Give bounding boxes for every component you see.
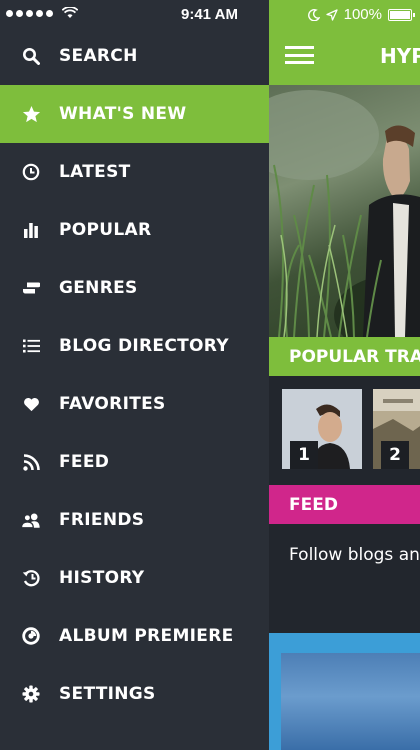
genres-icon bbox=[21, 278, 41, 298]
friends-icon bbox=[21, 510, 41, 530]
promo-card[interactable] bbox=[269, 633, 420, 750]
bar-chart-icon bbox=[21, 220, 41, 240]
sidebar-item-label: FAVORITES bbox=[59, 394, 166, 414]
sidebar-item-friends[interactable]: FRIENDS bbox=[0, 491, 269, 549]
gear-icon bbox=[21, 684, 41, 704]
sidebar-item-label: SETTINGS bbox=[59, 684, 156, 704]
list-icon bbox=[21, 336, 41, 356]
sidebar-item-label: FRIENDS bbox=[59, 510, 145, 530]
sidebar-item-settings[interactable]: SETTINGS bbox=[0, 665, 269, 723]
popular-tracks-label: POPULAR TRACKS bbox=[289, 346, 420, 367]
popular-tracks-header[interactable]: POPULAR TRACKS bbox=[269, 337, 420, 376]
sidebar-item-album-premiere[interactable]: ALBUM PREMIERE bbox=[0, 607, 269, 665]
sidebar-item-whats-new[interactable]: WHAT'S NEW bbox=[0, 85, 269, 143]
sidebar-item-label: ALBUM PREMIERE bbox=[59, 626, 234, 646]
track-thumbnail[interactable]: 1 bbox=[282, 389, 362, 469]
album-icon bbox=[21, 626, 41, 646]
sidebar-item-genres[interactable]: GENRES bbox=[0, 259, 269, 317]
heart-icon bbox=[21, 394, 41, 414]
app-title: HYPE bbox=[380, 44, 420, 68]
hamburger-menu-icon[interactable] bbox=[285, 46, 314, 64]
sidebar-item-feed[interactable]: FEED bbox=[0, 433, 269, 491]
search-icon bbox=[21, 46, 41, 66]
sidebar-item-label: SEARCH bbox=[59, 46, 138, 66]
sidebar-item-history[interactable]: HISTORY bbox=[0, 549, 269, 607]
sidebar-item-favorites[interactable]: FAVORITES bbox=[0, 375, 269, 433]
feed-description: Follow blogs and bbox=[289, 545, 420, 565]
featured-photo bbox=[269, 90, 420, 337]
track-rank: 1 bbox=[290, 441, 318, 469]
feed-label: FEED bbox=[289, 494, 338, 515]
history-icon bbox=[21, 568, 41, 588]
sidebar-item-label: WHAT'S NEW bbox=[59, 104, 187, 124]
feed-header[interactable]: FEED bbox=[269, 485, 420, 524]
location-icon bbox=[325, 8, 338, 21]
sidebar-menu: SEARCH WHAT'S NEW LATEST POPULAR GENRES … bbox=[0, 0, 269, 750]
moon-icon bbox=[307, 8, 320, 21]
battery-icon bbox=[388, 8, 415, 21]
clock-icon bbox=[21, 162, 41, 182]
sidebar-item-label: POPULAR bbox=[59, 220, 152, 240]
sidebar-item-label: BLOG DIRECTORY bbox=[59, 336, 229, 356]
main-panel[interactable]: HYPE POPULAR TRACKS bbox=[269, 0, 420, 750]
featured-image[interactable] bbox=[269, 85, 420, 337]
sidebar-item-label: FEED bbox=[59, 452, 110, 472]
promo-image bbox=[281, 653, 420, 750]
wifi-icon bbox=[62, 7, 78, 18]
status-bar: 9:41 AM 100% bbox=[0, 0, 420, 30]
status-time: 9:41 AM bbox=[181, 6, 238, 23]
battery-percent: 100% bbox=[343, 6, 382, 23]
signal-strength bbox=[6, 7, 78, 19]
sidebar-item-latest[interactable]: LATEST bbox=[0, 143, 269, 201]
sidebar-item-label: GENRES bbox=[59, 278, 138, 298]
sidebar-item-blog-directory[interactable]: BLOG DIRECTORY bbox=[0, 317, 269, 375]
track-thumbnail[interactable]: 2 bbox=[373, 389, 420, 469]
sidebar-item-popular[interactable]: POPULAR bbox=[0, 201, 269, 259]
popular-tracks-list: 1 2 bbox=[269, 376, 420, 485]
sidebar-item-label: HISTORY bbox=[59, 568, 145, 588]
track-rank: 2 bbox=[381, 441, 409, 469]
star-icon bbox=[21, 104, 41, 124]
rss-icon bbox=[21, 452, 41, 472]
sidebar-item-label: LATEST bbox=[59, 162, 131, 182]
sidebar-item-search[interactable]: SEARCH bbox=[0, 27, 269, 85]
